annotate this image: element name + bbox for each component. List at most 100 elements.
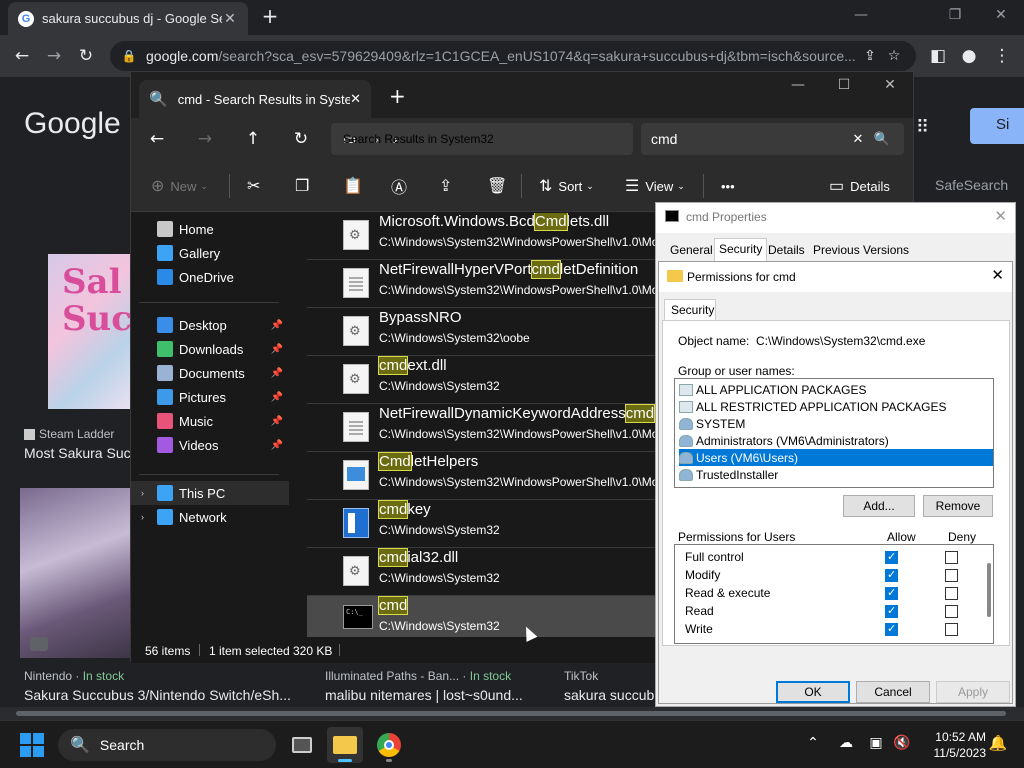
sort-button[interactable]: ⇅ Sort ⌄ [539, 174, 594, 198]
share-icon[interactable]: ⇪ [439, 174, 458, 198]
start-button[interactable] [20, 733, 44, 757]
cancel-button[interactable]: Cancel [856, 681, 930, 703]
refresh-icon[interactable]: ↻ [287, 126, 315, 154]
chrome-restore-button[interactable]: ❐ [932, 4, 978, 28]
image-result-title[interactable]: malibu nitemares | lost~s0und... [325, 687, 535, 703]
deny-checkbox[interactable] [945, 587, 958, 600]
allow-checkbox[interactable] [885, 568, 898, 582]
copy-icon[interactable]: ❐ [295, 174, 315, 198]
close-icon[interactable]: ✕ [991, 266, 1004, 284]
sidebar-item-home[interactable]: Home [131, 217, 289, 241]
close-icon[interactable]: ✕ [350, 92, 361, 107]
tab-general[interactable]: General [666, 240, 717, 262]
image-result-title[interactable]: sakura succub [564, 687, 654, 703]
lock-icon[interactable]: 🔒 [120, 49, 138, 63]
up-icon[interactable]: ↑ [239, 126, 267, 154]
new-tab-button[interactable]: + [389, 84, 406, 108]
chevron-up-icon[interactable]: ⌃ [803, 735, 823, 751]
sidebar-item-desktop[interactable]: Desktop 📌 [131, 313, 289, 337]
sync-status-icon[interactable]: ☁ [836, 735, 856, 751]
group-list-item[interactable]: TrustedInstaller [679, 466, 993, 483]
chrome-minimize-button[interactable]: — [838, 4, 884, 28]
explorer-maximize-button[interactable]: ☐ [821, 77, 867, 93]
chevron-right-icon[interactable]: › [141, 512, 144, 522]
tab-security[interactable]: Security [664, 299, 716, 321]
scrollbar[interactable] [987, 563, 991, 617]
chrome-tab-close-icon[interactable]: ✕ [222, 11, 238, 27]
chrome-taskbar-button[interactable] [371, 727, 407, 763]
explorer-minimize-button[interactable]: — [775, 77, 821, 93]
rename-icon[interactable]: Ⓐ [391, 174, 413, 198]
group-list-item[interactable]: Users (VM6\Users) [679, 449, 993, 466]
group-list-item[interactable]: ALL APPLICATION PACKAGES [679, 381, 993, 398]
star-icon[interactable]: ☆ [882, 48, 906, 64]
search-icon[interactable]: 🔍 [870, 131, 894, 147]
paste-icon[interactable]: 📋 [343, 174, 369, 198]
new-tab-button[interactable]: + [258, 5, 282, 29]
profile-icon[interactable]: ● [955, 43, 983, 71]
share-icon[interactable]: ⇪ [858, 48, 882, 64]
image-result-title[interactable]: Sakura Succubus 3/Nintendo Switch/eSh... [24, 687, 302, 703]
sidebar-item-documents[interactable]: Documents 📌 [131, 361, 289, 385]
sidebar-item-this-pc[interactable]: › This PC [131, 481, 289, 505]
menu-icon[interactable]: ⋮ [988, 43, 1016, 71]
tab-previous-versions[interactable]: Previous Versions [809, 240, 913, 262]
breadcrumb[interactable]: ▭ › Search Results in System32 › [331, 123, 633, 155]
image-result-title[interactable]: Most Sakura Suc [24, 445, 130, 461]
chrome-tab[interactable]: G sakura succubus dj - Google Sea ✕ [8, 2, 248, 35]
more-options-button[interactable]: ••• [721, 174, 735, 198]
task-view-button[interactable] [284, 727, 320, 763]
image-result-thumbnail[interactable] [20, 488, 130, 658]
reload-icon[interactable]: ↻ [72, 43, 100, 71]
deny-checkbox[interactable] [945, 551, 958, 564]
search-query[interactable]: cmd [651, 131, 846, 147]
notification-bell-icon[interactable]: 🔔 [988, 734, 1008, 752]
close-icon[interactable]: ✕ [994, 207, 1007, 225]
sidebar-item-gallery[interactable]: Gallery [131, 241, 289, 265]
allow-checkbox[interactable] [885, 550, 898, 564]
deny-checkbox[interactable] [945, 623, 958, 636]
ok-button[interactable]: OK [776, 681, 850, 703]
delete-icon[interactable]: 🗑 [487, 174, 513, 198]
allow-checkbox[interactable] [885, 586, 898, 600]
address-bar[interactable]: 🔒 google.com /search?sca_esv=579629409&r… [110, 41, 916, 71]
tab-details[interactable]: Details [764, 240, 809, 262]
deny-checkbox[interactable] [945, 605, 958, 618]
sidebar-item-videos[interactable]: Videos 📌 [131, 433, 289, 457]
horizontal-scrollbar[interactable] [0, 707, 1024, 720]
forward-icon[interactable]: → [40, 43, 68, 71]
explorer-close-button[interactable]: ✕ [867, 77, 913, 93]
group-list-item[interactable]: Administrators (VM6\Administrators) [679, 432, 993, 449]
search-input[interactable]: cmd ✕ 🔍 [641, 123, 904, 155]
deny-checkbox[interactable] [945, 569, 958, 582]
apps-icon[interactable]: ⠿ [916, 117, 944, 138]
add-button[interactable]: Add... [843, 495, 915, 517]
chevron-right-icon[interactable]: › [141, 488, 144, 498]
network-icon[interactable]: ▣ [866, 735, 886, 751]
back-icon[interactable]: ← [8, 43, 36, 71]
clear-icon[interactable]: ✕ [846, 131, 870, 147]
sign-in-button[interactable]: Si [970, 108, 1024, 144]
remove-button[interactable]: Remove [923, 495, 993, 517]
allow-checkbox[interactable] [885, 622, 898, 636]
sidebar-item-onedrive[interactable]: OneDrive [131, 265, 289, 289]
chrome-close-button[interactable]: ✕ [978, 4, 1024, 28]
details-button[interactable]: ▭ Details [829, 174, 890, 198]
safesearch-button[interactable]: SafeSearch [935, 177, 1008, 193]
allow-checkbox[interactable] [885, 604, 898, 618]
file-explorer-taskbar-button[interactable] [327, 727, 363, 763]
apply-button[interactable]: Apply [936, 681, 1010, 703]
volume-mute-icon[interactable]: 🔇 [892, 735, 912, 751]
sidebar-item-downloads[interactable]: Downloads 📌 [131, 337, 289, 361]
tab-security[interactable]: Security [714, 238, 768, 262]
sidebar-item-music[interactable]: Music 📌 [131, 409, 289, 433]
taskbar-search-box[interactable]: 🔍 Search [58, 729, 276, 761]
scrollbar-thumb[interactable] [16, 711, 1006, 716]
sidebar-item-pictures[interactable]: Pictures 📌 [131, 385, 289, 409]
view-button[interactable]: ☰ View ⌄ [625, 174, 685, 198]
group-user-list[interactable]: ALL APPLICATION PACKAGES ALL RESTRICTED A… [674, 378, 994, 488]
new-button[interactable]: ⊕ New ⌄ [151, 174, 208, 198]
group-list-item[interactable]: ALL RESTRICTED APPLICATION PACKAGES [679, 398, 993, 415]
image-result-thumbnail[interactable]: Sal Succ [48, 254, 130, 409]
explorer-tab[interactable]: 🔍 cmd - Search Results in Systen ✕ [139, 80, 371, 118]
